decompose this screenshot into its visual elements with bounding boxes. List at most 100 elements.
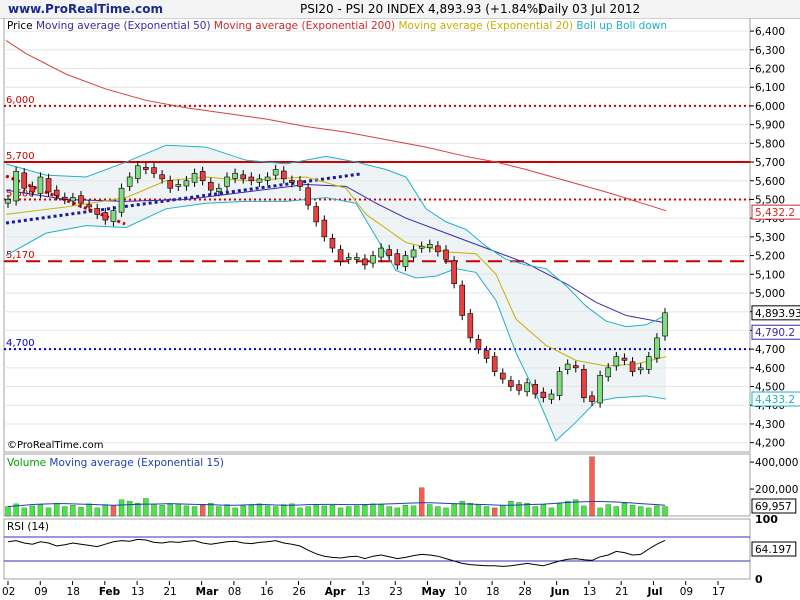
price-tick-label: 5,700	[755, 157, 785, 169]
candle-body	[256, 178, 263, 183]
candle-body	[467, 313, 474, 339]
volume-bar	[159, 505, 165, 517]
candle-body	[305, 187, 311, 206]
price-legend-item: Price	[7, 20, 33, 32]
rsi-tick-label: 0	[755, 573, 763, 586]
instrument-title: PSI20 - PSI 20 INDEX	[300, 2, 425, 16]
candle-body	[581, 369, 587, 399]
volume-bar	[370, 503, 376, 517]
site-name[interactable]: www.ProRealTime.com	[8, 2, 163, 16]
price-tick-label: 5,600	[755, 176, 785, 188]
candle-body	[183, 180, 190, 187]
candle-body	[613, 356, 620, 367]
volume-bar	[45, 507, 52, 517]
candle-body	[548, 393, 555, 400]
volume-bar	[613, 506, 620, 517]
price-badge: 4,893.93	[755, 308, 800, 320]
candle-body	[151, 167, 157, 174]
candle-body	[353, 257, 360, 260]
candle-body	[61, 196, 68, 200]
volume-bar	[637, 506, 644, 517]
candle-body	[45, 178, 52, 193]
candle-body	[394, 253, 401, 266]
volume-bar	[548, 507, 555, 517]
price-tick-label: 4,300	[755, 419, 785, 431]
volume-bar	[313, 504, 319, 517]
x-tick-label: 09	[680, 586, 693, 598]
candle-body	[224, 176, 230, 187]
candle-body	[459, 284, 466, 316]
x-tick-label: May	[422, 586, 446, 598]
candle-body	[37, 176, 44, 194]
candle-body	[143, 166, 149, 170]
volume-bar	[118, 499, 125, 517]
x-tick-label: 21	[615, 586, 628, 598]
rsi-badge: 64.197	[755, 544, 792, 556]
x-tick-label: 28	[518, 586, 531, 598]
volume-bar	[78, 507, 84, 517]
volume-bar	[532, 506, 538, 517]
candle-body	[329, 238, 336, 249]
candle-body	[362, 258, 368, 266]
volume-bar	[354, 505, 360, 517]
price-legend-item: Moving average (Exponential 20)	[395, 20, 573, 32]
volume-bar	[191, 506, 198, 517]
rsi-tick-label: 100	[755, 513, 778, 526]
x-tick-label: 23	[389, 586, 402, 598]
candle-body	[118, 187, 125, 213]
candle-body	[313, 206, 320, 223]
candle-body	[451, 260, 457, 284]
price-tick-label: 6,100	[755, 82, 785, 94]
volume-bar	[110, 505, 117, 517]
volume-bar	[5, 506, 11, 517]
candle-body	[110, 210, 117, 222]
candle-body	[491, 356, 498, 372]
x-tick-label: Jul	[646, 586, 662, 598]
candle-body	[629, 361, 636, 372]
volume-bar	[94, 507, 100, 517]
volume-bar	[345, 506, 352, 517]
candle-body	[264, 176, 271, 181]
candle-body	[86, 204, 92, 208]
price-tick-label: 5,000	[755, 288, 785, 300]
candle-body	[370, 255, 376, 264]
candle-body	[199, 171, 206, 182]
volume-bar	[629, 505, 636, 517]
price-legend-item: Moving average (Exponential 200)	[211, 20, 396, 32]
price-tick-label: 4,700	[755, 344, 785, 356]
candle-body	[540, 391, 547, 399]
candle-body	[572, 365, 579, 369]
x-tick-label: 10	[454, 586, 467, 598]
price-tick-label: 4,600	[755, 363, 785, 375]
volume-bar	[151, 503, 157, 517]
period-label: Daily 03 Jul 2012	[538, 2, 641, 16]
candle-body	[78, 195, 84, 204]
candle-body	[637, 367, 644, 371]
volume-legend-item: Volume	[7, 457, 46, 469]
chart-header: www.ProRealTime.com PSI20 - PSI 20 INDEX…	[0, 0, 800, 19]
price-tick-label: 4,200	[755, 438, 785, 450]
volume-bar	[427, 504, 433, 517]
volume-bar	[589, 456, 595, 517]
volume-bar	[321, 505, 328, 517]
price-legend-item: Boll up Boll down	[573, 20, 667, 32]
candle-body	[232, 172, 238, 179]
price-tick-label: 6,400	[755, 26, 785, 38]
volume-bar	[248, 505, 255, 517]
volume-bar	[256, 503, 263, 517]
volume-bar	[378, 504, 384, 517]
candle-body	[378, 247, 384, 258]
x-tick-label: Jun	[550, 586, 570, 598]
volume-bar	[102, 504, 109, 517]
candle-body	[435, 245, 441, 253]
volume-bar	[605, 504, 611, 517]
volume-bar	[394, 507, 401, 517]
volume-bar	[597, 507, 603, 517]
last-price: 4,893.93 (+1.84%)	[428, 2, 543, 16]
volume-bar	[126, 500, 133, 517]
rsi-panel	[3, 518, 751, 580]
x-tick-label: 02	[2, 586, 15, 598]
volume-legend: Volume Moving average (Exponential 15)	[7, 457, 224, 469]
candle-body	[321, 219, 328, 238]
volume-bar	[386, 506, 392, 517]
